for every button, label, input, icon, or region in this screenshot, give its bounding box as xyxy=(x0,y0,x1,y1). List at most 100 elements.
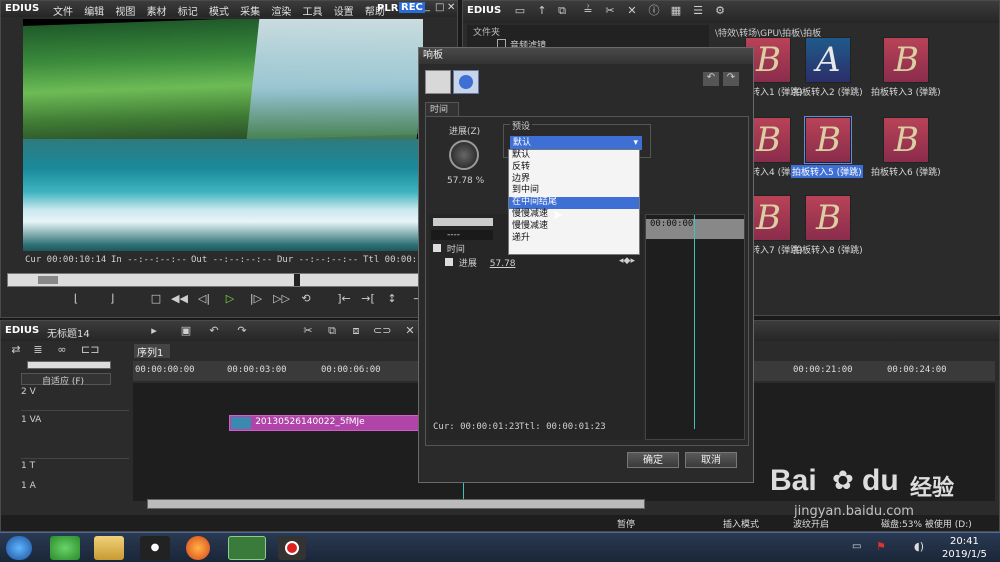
delete-icon[interactable]: ✕ xyxy=(625,5,639,17)
menu-mode[interactable]: 模式 xyxy=(209,3,229,18)
graph-playhead[interactable] xyxy=(694,215,695,429)
expand-tracks-icon[interactable]: ≣ xyxy=(31,344,45,356)
menu-marker[interactable]: 标记 xyxy=(178,3,198,18)
taskbar-record-icon[interactable] xyxy=(278,536,306,560)
preset-option[interactable]: 慢慢减速 xyxy=(509,221,639,233)
list-icon[interactable]: ☰ xyxy=(691,5,705,17)
step-forward-icon[interactable]: |▷ xyxy=(249,293,263,305)
checkbox-icon[interactable] xyxy=(445,258,453,266)
timeline-scrollbar[interactable] xyxy=(147,499,645,509)
rec-label[interactable]: REC xyxy=(399,2,425,13)
cut-tool-icon[interactable]: ✂ xyxy=(301,325,315,337)
rewind-icon[interactable]: ◀◀ xyxy=(171,293,188,305)
undo-icon[interactable]: ↶ xyxy=(207,325,221,337)
thumb-6[interactable]: B xyxy=(883,117,929,163)
fast-forward-icon[interactable]: ▷▷ xyxy=(273,293,290,305)
save-icon[interactable]: ▣ xyxy=(179,325,193,337)
clock-time[interactable]: 20:41 xyxy=(950,536,979,547)
cut-icon[interactable]: ✂ xyxy=(603,5,617,17)
thumb-2[interactable]: A xyxy=(805,37,851,83)
tray-flag-icon[interactable]: ⚑ xyxy=(876,540,886,553)
set-in-icon[interactable]: ⌊ xyxy=(69,293,83,305)
menu-edit[interactable]: 编辑 xyxy=(84,3,104,18)
stop-icon[interactable]: □ xyxy=(149,293,163,305)
redo-icon[interactable]: ↷ xyxy=(235,325,249,337)
play-icon[interactable]: ▷ xyxy=(223,293,237,305)
loop-icon[interactable]: ⟲ xyxy=(299,293,313,305)
properties-icon[interactable]: ⓘ xyxy=(647,5,661,17)
menu-settings[interactable]: 设置 xyxy=(334,3,354,18)
keyframe-graph[interactable]: 00:00:00 xyxy=(645,214,745,440)
taskbar-edius-icon[interactable] xyxy=(228,536,266,560)
link-tracks-icon[interactable]: ∞ xyxy=(55,344,69,356)
undo-dialog-icon[interactable]: ↶ xyxy=(703,72,719,86)
tab-time[interactable]: 时间 xyxy=(425,102,459,116)
thumb-8[interactable]: B xyxy=(805,195,851,241)
menu-clip[interactable]: 素材 xyxy=(147,3,167,18)
menu-view[interactable]: 视图 xyxy=(115,3,135,18)
track-1a[interactable]: 1 A xyxy=(21,481,129,497)
settings-icon[interactable]: ⚙ xyxy=(713,5,727,17)
sequence-tab[interactable]: 序列1 xyxy=(134,344,170,359)
overwrite-icon[interactable]: →[ xyxy=(361,293,375,305)
keyframe-nav-icon[interactable]: ◂◆▸ xyxy=(619,256,635,266)
paste-tool-icon[interactable]: ⧈ xyxy=(349,325,363,337)
thumb-5-selected[interactable]: B xyxy=(804,116,852,164)
preset-option-highlighted[interactable]: 在中间结尾 xyxy=(509,197,639,209)
plr-label[interactable]: PLR xyxy=(377,3,398,14)
preset-option[interactable]: 慢慢减速 xyxy=(509,209,639,221)
minimize-icon[interactable]: _ xyxy=(425,1,430,12)
checkbox-icon[interactable] xyxy=(433,244,441,252)
maximize-icon[interactable]: □ xyxy=(435,2,444,13)
view-icon[interactable]: ▦ xyxy=(669,5,683,17)
taskbar-explorer-icon[interactable] xyxy=(94,536,124,560)
clock-date[interactable]: 2019/1/5 xyxy=(942,549,987,560)
set-out-icon[interactable]: ⌋ xyxy=(105,293,119,305)
align-icon[interactable]: ≟ xyxy=(581,5,595,17)
tree-row-progress[interactable]: 进展 57.78 ◂◆▸ xyxy=(445,256,639,269)
new-sequence-icon[interactable]: ▸ xyxy=(147,325,161,337)
fit-mode-select[interactable]: 自适应 (F) xyxy=(21,373,111,387)
timecode-field[interactable]: ---- xyxy=(431,230,493,240)
up-folder-icon[interactable]: ↑ xyxy=(535,5,549,17)
preset-option[interactable]: 反转 xyxy=(509,162,639,174)
redo-dialog-icon[interactable]: ↷ xyxy=(723,72,739,86)
player-scrubber[interactable] xyxy=(7,273,453,287)
taskbar-360-icon[interactable] xyxy=(50,536,80,560)
track-1t[interactable]: 1 T xyxy=(21,461,129,477)
copy-tool-icon[interactable]: ⧉ xyxy=(325,325,339,337)
preset-option[interactable]: 边界 xyxy=(509,174,639,186)
thumb-3[interactable]: B xyxy=(883,37,929,83)
preset-option[interactable]: 默认 xyxy=(509,150,639,162)
folder-icon[interactable]: ▭ xyxy=(513,5,527,17)
taskbar-qq-icon[interactable]: ● xyxy=(140,536,170,560)
menu-capture[interactable]: 采集 xyxy=(240,3,260,18)
track-1va[interactable]: 1 VA xyxy=(21,415,129,459)
track-view-icon[interactable]: ⇄ xyxy=(9,344,23,356)
step-back-icon[interactable]: ◁| xyxy=(197,293,211,305)
menu-file[interactable]: 文件 xyxy=(53,3,73,18)
taskbar-firefox-icon[interactable] xyxy=(186,536,210,560)
tray-volume-icon[interactable]: ◖) xyxy=(914,540,924,553)
sync-icon[interactable]: ⊏⊐ xyxy=(81,344,99,356)
cancel-button[interactable]: 取消 xyxy=(685,452,737,468)
ok-button[interactable]: 确定 xyxy=(627,452,679,468)
progress-knob[interactable] xyxy=(449,140,479,170)
tray-network-icon[interactable]: ▭ xyxy=(852,541,861,552)
trim-icon[interactable]: ↕ xyxy=(385,293,399,305)
tree-zoom-slider[interactable] xyxy=(433,218,493,226)
playhead-marker[interactable] xyxy=(294,274,300,286)
insert-icon[interactable]: ]← xyxy=(337,293,351,305)
copy-icon[interactable]: ⧉ xyxy=(555,5,569,17)
delete-tool-icon[interactable]: ✕ xyxy=(403,325,417,337)
keyframe-icon[interactable] xyxy=(453,70,479,94)
preset-select[interactable]: 默认 ▾ xyxy=(510,136,642,150)
preset-option[interactable]: 到中间 xyxy=(509,185,639,197)
scrubber-left-handle[interactable] xyxy=(38,276,58,284)
track-2v[interactable]: 2 V xyxy=(21,387,129,411)
preset-option[interactable]: 递升 xyxy=(509,233,639,245)
link-icon[interactable]: ⊂⊃ xyxy=(373,325,391,337)
effect-settings-icon[interactable] xyxy=(425,70,451,94)
menu-tools[interactable]: 工具 xyxy=(303,3,323,18)
zoom-slider[interactable] xyxy=(27,361,111,369)
